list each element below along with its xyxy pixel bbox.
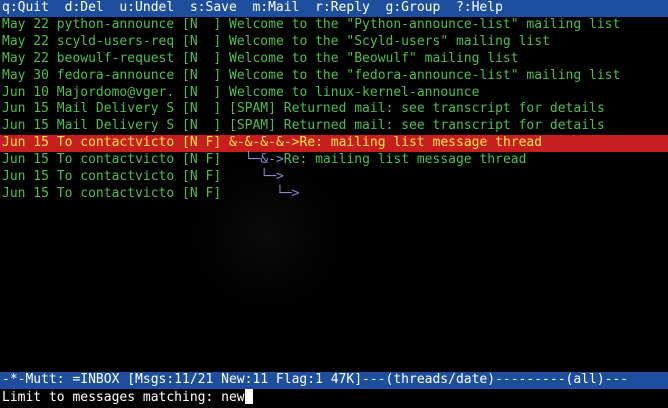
- message-flags: [N F]: [182, 135, 222, 151]
- message-from: Mail Delivery S: [56, 101, 175, 117]
- command-prompt[interactable]: Limit to messages matching: new: [0, 389, 668, 406]
- message-flags: [N ]: [182, 118, 222, 134]
- message-row[interactable]: May 22 beowulf-request [N ] Welcome to t…: [0, 51, 668, 68]
- help-bar: q:Quit d:Del u:Undel s:Save m:Mail r:Rep…: [0, 0, 668, 17]
- message-subject: Welcome to the "Python-announce-list" ma…: [229, 16, 621, 32]
- thread-tree: └─&->: [229, 152, 284, 168]
- message-flags: [N ]: [182, 84, 222, 100]
- message-flags: [N ]: [182, 101, 222, 117]
- message-flags: [N ]: [182, 16, 222, 32]
- text-cursor: [244, 389, 253, 404]
- message-subject: Re: mailing list message thread: [283, 152, 527, 168]
- message-date: May 22: [2, 50, 49, 66]
- message-date: Jun 15: [2, 118, 49, 134]
- message-from: python-announce: [56, 16, 175, 32]
- message-date: Jun 10: [2, 84, 49, 100]
- message-row[interactable]: May 22 scyld-users-req [N ] Welcome to t…: [0, 34, 668, 51]
- terminal-screen: q:Quit d:Del u:Undel s:Save m:Mail r:Rep…: [0, 0, 668, 408]
- message-date: May 22: [2, 16, 49, 32]
- message-date: Jun 15: [2, 101, 49, 117]
- message-date: Jun 15: [2, 135, 49, 151]
- message-flags: [N F]: [182, 169, 222, 184]
- thread-tree: &-&-&-&->: [229, 135, 300, 151]
- thread-tree: └─>: [229, 169, 284, 184]
- message-date: Jun 15: [2, 169, 49, 184]
- message-row[interactable]: Jun 15 Mail Delivery S [N ] [SPAM] Retur…: [0, 118, 668, 135]
- prompt-input[interactable]: new: [221, 390, 244, 405]
- message-row[interactable]: Jun 15 To contactvicto [N F] └─&->Re: ma…: [0, 152, 668, 169]
- message-subject: Welcome to the "fedora-announce-list" ma…: [229, 67, 621, 83]
- message-date: Jun 15: [2, 152, 49, 168]
- prompt-label: Limit to messages matching:: [2, 390, 222, 405]
- message-from: Mail Delivery S: [56, 118, 175, 134]
- message-row[interactable]: Jun 15 To contactvicto [N F] └─>: [0, 169, 668, 186]
- message-from: To contactvicto: [56, 135, 175, 151]
- message-row-selected[interactable]: Jun 15 To contactvicto [N F] &-&-&-&->Re…: [0, 135, 668, 153]
- status-text: -*-Mutt: =INBOX [Msgs:11/21 New:11 Flag:…: [2, 372, 629, 387]
- message-from: scyld-users-req: [56, 33, 175, 49]
- message-row[interactable]: May 22 python-announce [N ] Welcome to t…: [0, 17, 668, 34]
- message-flags: [N F]: [182, 185, 222, 201]
- message-from: beowulf-request: [56, 50, 175, 66]
- thread-tree: └─>: [229, 185, 300, 201]
- help-text: q:Quit d:Del u:Undel s:Save m:Mail r:Rep…: [2, 0, 503, 15]
- message-flags: [N ]: [182, 50, 222, 66]
- message-subject: Welcome to the "Beowulf" mailing list: [229, 50, 519, 66]
- message-row[interactable]: Jun 10 Majordomo@vger. [N ] Welcome to l…: [0, 85, 668, 102]
- message-row[interactable]: Jun 15 Mail Delivery S [N ] [SPAM] Retur…: [0, 101, 668, 118]
- message-subject: Re: mailing list message thread: [299, 135, 543, 151]
- message-subject: Welcome to linux-kernel-announce: [229, 84, 480, 100]
- status-bar: -*-Mutt: =INBOX [Msgs:11/21 New:11 Flag:…: [0, 372, 668, 389]
- message-from: fedora-announce: [56, 67, 175, 83]
- message-row[interactable]: Jun 15 To contactvicto [N F] └─>: [0, 186, 668, 203]
- message-date: May 30: [2, 67, 49, 83]
- message-flags: [N F]: [182, 152, 222, 168]
- message-subject: [SPAM] Returned mail: see transcript for…: [229, 118, 605, 134]
- message-subject: [SPAM] Returned mail: see transcript for…: [229, 101, 605, 117]
- message-flags: [N ]: [182, 33, 222, 49]
- message-from: To contactvicto: [56, 185, 175, 201]
- message-from: To contactvicto: [56, 169, 175, 184]
- message-from: Majordomo@vger.: [56, 84, 175, 100]
- message-from: To contactvicto: [56, 152, 175, 168]
- message-date: Jun 15: [2, 185, 49, 201]
- message-row[interactable]: May 30 fedora-announce [N ] Welcome to t…: [0, 68, 668, 85]
- message-flags: [N ]: [182, 67, 222, 83]
- message-subject: Welcome to the "Scyld-users" mailing lis…: [229, 33, 550, 49]
- message-date: May 22: [2, 33, 49, 49]
